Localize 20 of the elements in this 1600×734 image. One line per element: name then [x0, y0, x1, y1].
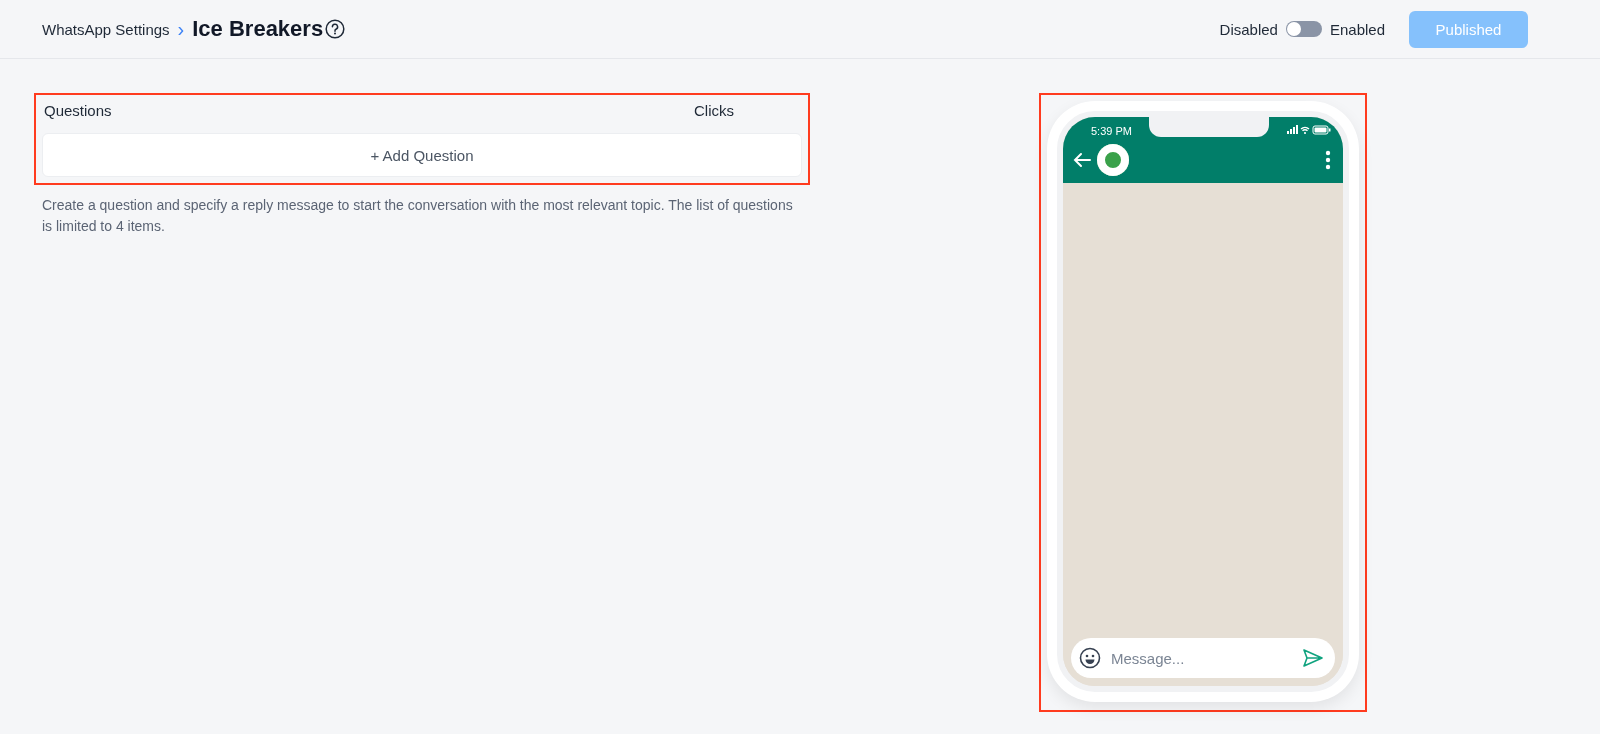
status-toggle[interactable] [1285, 21, 1322, 37]
breadcrumb-separator: › [177, 17, 185, 41]
column-header: Questions [44, 102, 112, 119]
status-time: 5:39 PM [1090, 124, 1132, 137]
toggle-label: Enabled [1329, 20, 1385, 38]
toggle-label: Disabled [1219, 20, 1278, 38]
help-text: Create a question and specify a reply message to start the conversation with the most relevant topic. The list of questions is limited to 4 items. [42, 196, 794, 236]
message-bar[interactable]: Message... [1071, 638, 1335, 678]
back-arrow-icon[interactable] [1073, 152, 1091, 168]
message-field[interactable]: Message... [1109, 648, 1295, 668]
help-icon[interactable] [325, 19, 346, 39]
avatar [1097, 144, 1129, 176]
page-title: Ice Breakers [192, 16, 324, 42]
add-question-button[interactable]: + Add Question [42, 133, 802, 177]
status-icons-icon [1287, 125, 1331, 135]
breadcrumb-link[interactable]: WhatsApp Settings [42, 20, 170, 38]
column-header: Clicks [694, 102, 734, 119]
emoji-icon[interactable] [1079, 647, 1101, 669]
more-options-icon[interactable] [1325, 150, 1331, 170]
send-icon[interactable] [1303, 649, 1323, 667]
